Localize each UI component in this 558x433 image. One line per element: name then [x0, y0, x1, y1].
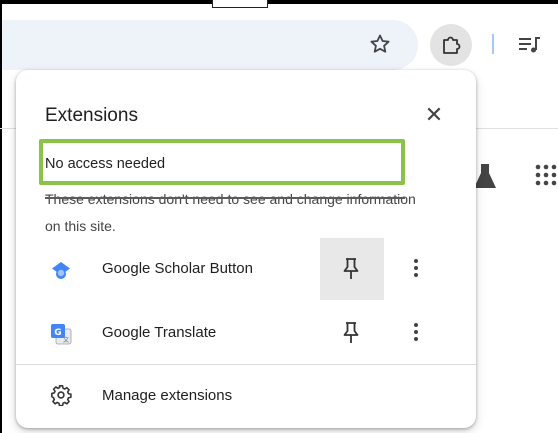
- more-vert-icon[interactable]: [404, 256, 428, 282]
- highlight-box: [39, 139, 405, 185]
- extension-name: Google Scholar Button: [102, 260, 253, 277]
- extension-name: Google Translate: [102, 324, 217, 341]
- pin-button[interactable]: [320, 302, 384, 364]
- window-left-edge: [0, 0, 2, 433]
- extension-row-scholar[interactable]: Google Scholar Button: [16, 238, 476, 300]
- strikethrough-line: [45, 197, 405, 199]
- extensions-button[interactable]: [430, 24, 472, 66]
- svg-text:文: 文: [63, 336, 69, 344]
- apps-grid-icon[interactable]: [534, 163, 558, 187]
- gear-icon: [51, 385, 72, 406]
- extensions-popup: Extensions ✕ No access needed These exte…: [16, 70, 476, 428]
- media-control-icon[interactable]: [518, 34, 542, 56]
- manage-extensions-item[interactable]: Manage extensions: [16, 368, 476, 424]
- google-translate-icon: G 文: [51, 324, 72, 345]
- close-icon[interactable]: ✕: [420, 101, 448, 129]
- star-icon[interactable]: [368, 32, 392, 56]
- pin-icon: [343, 258, 359, 279]
- google-scholar-icon: [52, 262, 70, 279]
- extension-row-translate[interactable]: G 文 Google Translate: [16, 302, 476, 364]
- pin-button[interactable]: [320, 238, 384, 300]
- svg-text:G: G: [54, 328, 61, 338]
- section-description: These extensions don't need to see and c…: [45, 191, 416, 234]
- browser-toolbar: [0, 0, 558, 72]
- manage-extensions-label: Manage extensions: [102, 387, 233, 404]
- puzzle-icon: [443, 36, 461, 54]
- toolbar-separator: [492, 34, 494, 54]
- browser-window: Extensions ✕ No access needed These exte…: [0, 0, 558, 433]
- popup-title: Extensions: [45, 105, 138, 126]
- more-vert-icon[interactable]: [404, 320, 428, 346]
- window-top-edge: [0, 0, 558, 4]
- tab-fragment: [212, 0, 268, 8]
- pin-icon: [343, 322, 359, 343]
- menu-divider: [16, 364, 476, 365]
- address-bar[interactable]: [0, 20, 418, 70]
